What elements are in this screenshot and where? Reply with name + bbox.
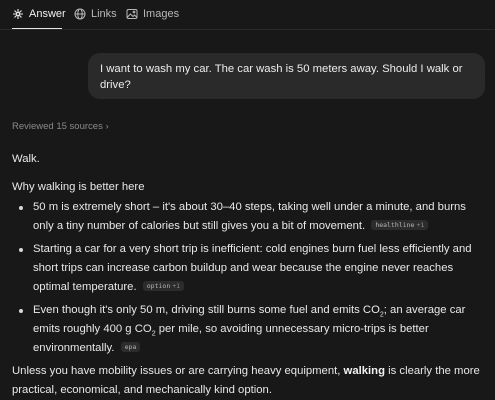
citation-badge[interactable]: option +1 bbox=[142, 281, 185, 291]
bullet-icon bbox=[19, 309, 23, 313]
closing-emphasis: walking bbox=[343, 365, 385, 377]
citation-more: +1 bbox=[416, 221, 425, 229]
tab-images[interactable]: Images bbox=[126, 6, 179, 22]
sources-label: Reviewed 15 sources bbox=[12, 121, 103, 132]
user-message-text: I want to wash my car. The car wash is 5… bbox=[100, 63, 463, 91]
globe-icon bbox=[74, 8, 86, 20]
bullet-icon bbox=[19, 248, 23, 252]
tab-answer-label: Answer bbox=[29, 8, 66, 20]
point-text: Starting a car for a very short trip is … bbox=[33, 243, 472, 293]
point-text-a: Even though it's only 50 m, driving stil… bbox=[33, 304, 380, 316]
tab-images-label: Images bbox=[143, 8, 180, 20]
sources-toggle[interactable]: Reviewed 15 sources › bbox=[12, 121, 109, 132]
answer-closing: Unless you have mobility issues or are c… bbox=[12, 362, 487, 400]
sparkle-icon bbox=[13, 9, 23, 19]
citation-more: +1 bbox=[172, 282, 181, 290]
answer-lead: Walk. bbox=[12, 153, 40, 165]
tab-bar: Answer Links Images bbox=[0, 0, 495, 30]
chevron-right-icon: › bbox=[105, 121, 109, 132]
user-message: I want to wash my car. The car wash is 5… bbox=[88, 53, 485, 99]
closing-text-a: Unless you have mobility issues or are c… bbox=[12, 365, 344, 377]
list-item: Starting a car for a very short trip is … bbox=[12, 240, 487, 297]
citation-badge[interactable]: epa bbox=[120, 342, 141, 352]
tab-links[interactable]: Links bbox=[74, 6, 117, 22]
tab-divider bbox=[0, 29, 495, 30]
tab-answer[interactable]: Answer bbox=[12, 6, 66, 22]
answer-subheading: Why walking is better here bbox=[12, 181, 145, 193]
answer-points: 50 m is extremely short – it's about 30–… bbox=[12, 198, 487, 358]
image-icon bbox=[126, 9, 138, 19]
list-item: Even though it's only 50 m, driving stil… bbox=[12, 301, 487, 358]
bullet-icon bbox=[19, 206, 23, 210]
citation-source: healthline bbox=[375, 221, 415, 229]
citation-badge[interactable]: healthline +1 bbox=[371, 220, 429, 230]
tab-links-label: Links bbox=[91, 8, 117, 20]
list-item: 50 m is extremely short – it's about 30–… bbox=[12, 198, 487, 236]
citation-source: option bbox=[146, 282, 171, 290]
answer-body: Walk. Why walking is better here 50 m is… bbox=[12, 150, 487, 400]
citation-source: epa bbox=[124, 343, 137, 351]
